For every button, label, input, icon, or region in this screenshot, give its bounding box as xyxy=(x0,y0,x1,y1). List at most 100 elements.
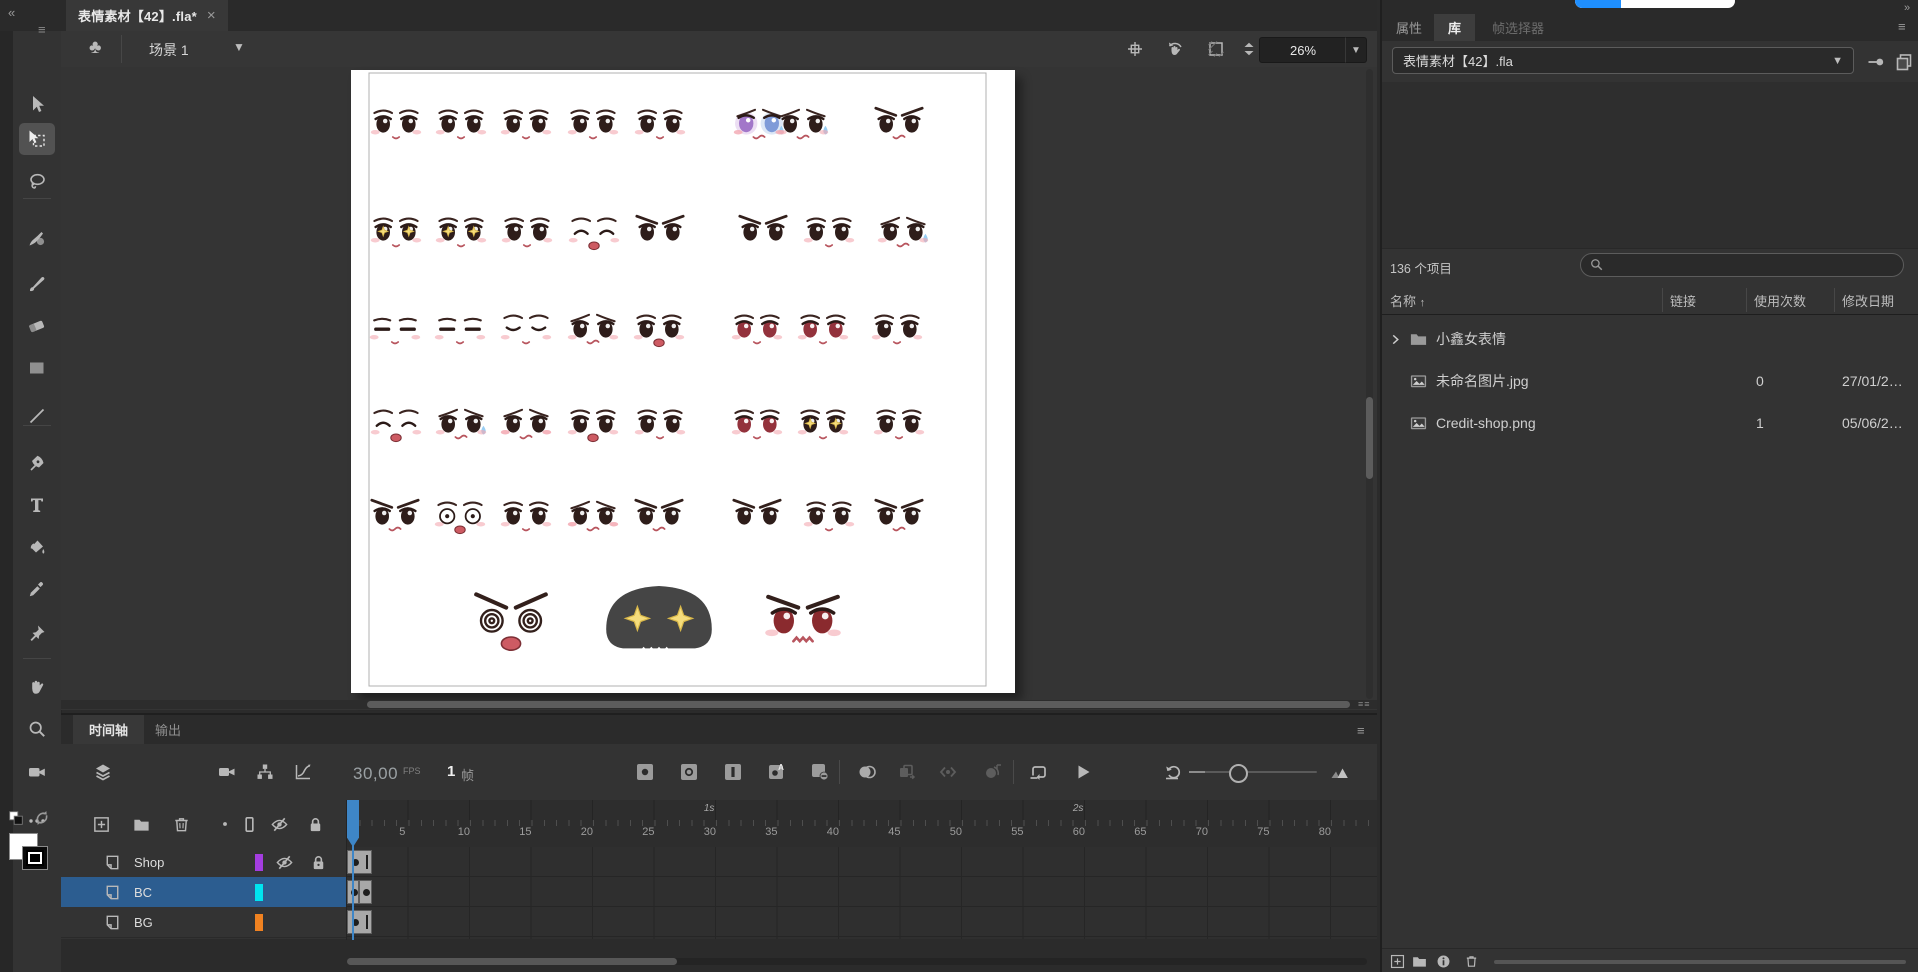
remove-frame-button[interactable] xyxy=(806,758,834,786)
rotate-view-icon[interactable] xyxy=(1161,36,1189,62)
scrollbar-thumb[interactable] xyxy=(347,958,677,965)
timeline-menu-icon[interactable]: ≡ xyxy=(1357,723,1365,738)
scrollbar-thumb[interactable] xyxy=(1366,397,1373,479)
timeline-zoom-slider[interactable] xyxy=(1203,771,1317,773)
camera-add-icon[interactable] xyxy=(213,758,241,786)
panel-resize-grip-icon[interactable]: ≡≡ xyxy=(1358,699,1374,709)
highlight-dot[interactable] xyxy=(213,812,237,836)
tab-library[interactable]: 库 xyxy=(1434,14,1475,41)
layer-outline-color-chip[interactable] xyxy=(255,914,263,931)
layer-name[interactable]: BC xyxy=(134,885,152,900)
tools-menu-icon[interactable]: ≡ xyxy=(38,22,46,37)
outline-column[interactable] xyxy=(237,812,261,836)
paint-bucket-tool[interactable] xyxy=(19,531,55,563)
tab-output[interactable]: 输出 xyxy=(139,715,197,744)
lasso-tool[interactable] xyxy=(19,166,55,198)
expand-chevron-icon[interactable] xyxy=(1388,332,1403,347)
visibility-column[interactable] xyxy=(267,812,291,836)
play-button[interactable] xyxy=(1069,758,1097,786)
timeline-zoom-slider-knob[interactable] xyxy=(1229,764,1248,783)
insert-blank-keyframe-button[interactable] xyxy=(675,758,703,786)
center-stage-icon[interactable] xyxy=(1121,36,1149,62)
pen-tool[interactable] xyxy=(19,448,55,480)
reset-timeline-zoom-button[interactable] xyxy=(1159,758,1187,786)
zoom-level-input[interactable]: 26% xyxy=(1259,37,1347,63)
layer-row-BG[interactable]: BG xyxy=(61,907,347,938)
classic-brush-tool[interactable] xyxy=(19,268,55,300)
layer-parenting-icon[interactable] xyxy=(251,758,279,786)
close-tab-icon[interactable]: × xyxy=(207,8,216,23)
zoom-dropdown-chevron-icon[interactable]: ▼ xyxy=(1345,37,1367,63)
selection-tool[interactable] xyxy=(19,88,55,120)
library-item-row[interactable]: 小鑫女表情 xyxy=(1382,318,1918,360)
tab-frame-picker[interactable]: 帧选择器 xyxy=(1478,14,1558,41)
search-input[interactable] xyxy=(1611,257,1885,273)
layer-name[interactable]: BG xyxy=(134,915,153,930)
add-folder-button[interactable] xyxy=(129,812,153,836)
library-search-box[interactable] xyxy=(1580,253,1904,277)
camera-tool[interactable] xyxy=(19,756,55,788)
column-header-2[interactable]: 使用次数 xyxy=(1754,291,1806,310)
new-symbol-button[interactable] xyxy=(1388,952,1406,970)
item-properties-button[interactable] xyxy=(1434,952,1452,970)
library-item-row[interactable]: Credit-shop.png105/06/2… xyxy=(1382,402,1918,444)
pin-library-icon[interactable] xyxy=(1866,52,1886,75)
graph-editor-icon[interactable] xyxy=(289,758,317,786)
text-tool[interactable] xyxy=(19,489,55,521)
stroke-color-swatch[interactable] xyxy=(23,847,47,869)
rectangle-tool[interactable] xyxy=(19,352,55,384)
line-tool[interactable] xyxy=(19,400,55,432)
eraser-tool[interactable] xyxy=(19,309,55,341)
canvas-horizontal-scrollbar[interactable] xyxy=(61,700,1377,709)
fit-frames-to-view-button[interactable] xyxy=(1326,758,1354,786)
new-folder-button[interactable] xyxy=(1410,952,1428,970)
new-library-panel-icon[interactable] xyxy=(1894,52,1914,75)
fps-value[interactable]: 30,00 xyxy=(353,764,398,784)
column-header-3[interactable]: 修改日期 xyxy=(1842,291,1894,310)
insert-keyframe-button[interactable] xyxy=(631,758,659,786)
add-layer-button[interactable] xyxy=(89,812,113,836)
frame-ruler[interactable]: 51015202530354045505560657075801s2s xyxy=(347,800,1377,848)
clip-content-icon[interactable] xyxy=(1202,36,1230,62)
layers-icon[interactable] xyxy=(89,758,117,786)
back-to-scene-icon[interactable]: ♣ xyxy=(89,37,101,59)
playhead-handle[interactable] xyxy=(347,800,359,847)
column-header-0[interactable]: 名称 ↑ xyxy=(1390,291,1425,310)
scene-chevron-down-icon[interactable]: ▼ xyxy=(233,40,245,54)
layer-name[interactable]: Shop xyxy=(134,855,164,870)
asset-warp-tool[interactable] xyxy=(19,617,55,649)
loop-playback-button[interactable] xyxy=(1024,758,1052,786)
layer-row-BC[interactable]: BC xyxy=(61,877,347,908)
edit-multiple-frames-button[interactable] xyxy=(934,758,962,786)
layer-outline-color-chip[interactable] xyxy=(255,884,263,901)
fluid-brush-tool[interactable] xyxy=(19,223,55,255)
panel-menu-icon[interactable]: ≡ xyxy=(1898,19,1906,34)
swap-colors-icon[interactable] xyxy=(33,809,51,830)
paste-and-advance-button[interactable] xyxy=(893,758,921,786)
stage[interactable] xyxy=(351,70,1015,693)
timeline-horizontal-scrollbar[interactable] xyxy=(347,958,1367,965)
scrollbar-thumb[interactable] xyxy=(367,701,1350,708)
insert-frame-button[interactable] xyxy=(719,758,747,786)
eyedropper-tool[interactable] xyxy=(19,573,55,605)
auto-keyframe-button[interactable]: A xyxy=(763,758,791,786)
library-item-row[interactable]: 未命名图片.jpg027/01/2… xyxy=(1382,360,1918,402)
scene-name-label[interactable]: 场景 1 xyxy=(149,40,189,60)
tab-timeline[interactable]: 时间轴 xyxy=(73,715,144,744)
library-horizontal-scrollbar[interactable] xyxy=(1494,960,1906,964)
layer-locked-icon[interactable] xyxy=(309,853,328,872)
layer-hidden-icon[interactable] xyxy=(275,853,294,872)
column-header-1[interactable]: 链接 xyxy=(1670,291,1696,310)
layer-outline-color-chip[interactable] xyxy=(255,854,263,871)
delete-item-button[interactable] xyxy=(1462,952,1480,970)
lock-column[interactable] xyxy=(303,812,327,836)
zoom-tool[interactable] xyxy=(19,713,55,745)
delete-layer-button[interactable] xyxy=(169,812,193,836)
onion-skin-button[interactable] xyxy=(853,758,881,786)
expand-panel-icon[interactable]: » xyxy=(1904,2,1910,14)
hand-tool[interactable] xyxy=(19,671,55,703)
library-document-select[interactable]: 表情素材【42】.fla ▼ xyxy=(1392,47,1854,74)
onion-skin-range-button[interactable] xyxy=(978,758,1006,786)
document-tab[interactable]: 表情素材【42】.fla* × xyxy=(66,0,228,31)
pasteboard[interactable]: ≡≡ xyxy=(61,67,1377,710)
